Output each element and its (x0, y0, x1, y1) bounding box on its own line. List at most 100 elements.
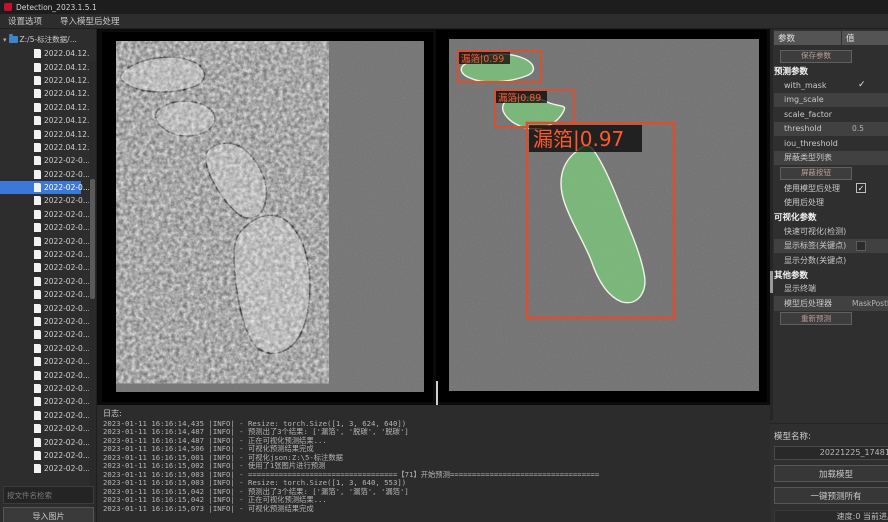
param-row[interactable]: 使用模型后处理✓ (774, 181, 888, 196)
tree-item[interactable]: 2022-02-0... (0, 382, 89, 395)
log-output[interactable]: 2023-01-11 16:16:14,435 |INFO| - Resize:… (103, 420, 767, 520)
detection-label-3: 漏箔|0.97 (533, 127, 624, 151)
original-image-panel[interactable] (102, 32, 433, 402)
file-icon (34, 103, 41, 112)
tree-item[interactable]: 2022.04.12... (0, 87, 89, 100)
file-icon (34, 357, 41, 366)
tree-item[interactable]: 2022-02-0... (0, 221, 89, 234)
param-row[interactable]: scale_factor (774, 107, 888, 122)
tree-item[interactable]: 2022-02-0... (0, 248, 89, 261)
tree-item[interactable]: 2022-02-0... (0, 168, 89, 181)
param-label: iou_threshold (784, 139, 852, 148)
file-icon (34, 170, 41, 179)
import-images-button[interactable]: 导入图片 (3, 507, 94, 522)
param-row[interactable]: 显示标签(关键点) (774, 239, 888, 254)
file-icon (34, 277, 41, 286)
tree-item[interactable]: 2022.04.12... (0, 74, 89, 87)
param-checkbox[interactable] (856, 241, 866, 251)
log-line: 2023-01-11 16:16:15,073 |INFO| - 可视化预测结果… (103, 505, 767, 513)
menu-settings[interactable]: 设置选项 (8, 15, 42, 27)
tree-item-label: 2022-02-0... (44, 371, 89, 380)
param-label: with_mask (784, 81, 852, 90)
tree-item-label: 2022-02-0... (44, 210, 89, 219)
model-section: 模型名称: 20221225_174813 加载模型 一键预测所有 速度:0 当… (770, 423, 888, 522)
tree-item[interactable]: 2022-02-0... (0, 261, 89, 274)
tree-item[interactable]: 2022-02-0... (0, 315, 89, 328)
search-input[interactable] (3, 486, 94, 504)
tree-item[interactable]: 2022-02-0... (0, 422, 89, 435)
file-icon (34, 63, 41, 72)
param-action-button[interactable]: 重新预测 (780, 312, 852, 325)
param-row[interactable]: iou_threshold (774, 136, 888, 151)
tree-scrollbar-thumb[interactable] (90, 179, 95, 299)
tree-item[interactable]: 2022-02-0... (0, 234, 89, 247)
file-tree-items: 2022.04.12...2022.04.12...2022.04.12...2… (0, 47, 89, 476)
tree-scrollbar[interactable] (89, 61, 96, 513)
file-icon (34, 76, 41, 85)
param-row[interactable]: 屏蔽类型列表 (774, 151, 888, 166)
title-bar: Detection_2023.1.5.1 (0, 0, 888, 14)
param-row[interactable]: 快速可视化(检测) (774, 224, 888, 239)
param-value[interactable]: MaskPostPro (852, 299, 888, 308)
tree-item[interactable]: 2022.04.12... (0, 114, 89, 127)
menu-import-postprocess[interactable]: 导入模型后处理 (60, 15, 120, 27)
tree-item[interactable]: 2022-02-0... (0, 328, 89, 341)
file-icon (34, 464, 41, 473)
panel-splitter-handle[interactable] (436, 381, 438, 405)
chevron-down-icon[interactable]: ▾ (3, 36, 7, 44)
tree-item-label: 2022-02-0... (44, 250, 89, 259)
tree-item[interactable]: 2022-02-0... (0, 342, 89, 355)
tree-item[interactable]: 2022.04.12... (0, 101, 89, 114)
tree-item[interactable]: 2022-02-0... (0, 181, 81, 194)
prediction-image-panel[interactable]: 漏箔|0.99 漏箔|0.89 漏箔|0.97 (436, 30, 767, 402)
tree-item[interactable]: 2022-02-0... (0, 275, 89, 288)
params-scrollbar[interactable] (770, 29, 773, 420)
tree-item[interactable]: 2022.04.12... (0, 127, 89, 140)
params-scrollbar-thumb[interactable] (770, 271, 773, 293)
tree-item[interactable]: 2022.04.12... (0, 60, 89, 73)
params-header-value: 值 (842, 31, 888, 45)
param-checkbox[interactable]: ✓ (856, 183, 866, 193)
predict-all-button[interactable]: 一键预测所有 (774, 487, 888, 504)
param-row[interactable]: with_mask✓ (774, 78, 888, 93)
tree-item[interactable]: 2022-02-0... (0, 395, 89, 408)
param-row[interactable]: 显示分数(关键点) (774, 253, 888, 268)
param-row[interactable]: 显示终端 (774, 282, 888, 297)
load-model-button[interactable]: 加载模型 (774, 465, 888, 482)
tree-item[interactable]: 2022.04.12... (0, 47, 89, 60)
model-name-label: 模型名称: (774, 430, 888, 442)
detection-label-1: 漏箔|0.99 (461, 53, 504, 65)
param-action-button[interactable]: 屏蔽按钮 (780, 167, 852, 180)
tree-item[interactable]: 2022-02-0... (0, 288, 89, 301)
file-icon (34, 438, 41, 447)
tree-item[interactable]: 2022.04.12... (0, 141, 89, 154)
model-name-field[interactable]: 20221225_174813 (774, 446, 888, 460)
tree-item[interactable]: 2022-02-0... (0, 154, 89, 167)
app-logo-icon (4, 3, 12, 11)
tree-item[interactable]: 2022-02-0... (0, 462, 89, 475)
tree-item[interactable]: 2022-02-0... (0, 208, 89, 221)
tree-item-label: 2022-02-0... (44, 156, 89, 165)
params-header: 参数 值 (774, 31, 888, 45)
param-row[interactable]: img_scale (774, 93, 888, 108)
param-action-button[interactable]: 保存参数 (780, 50, 852, 63)
param-label: scale_factor (784, 110, 852, 119)
param-row[interactable]: threshold0.5 (774, 122, 888, 137)
file-icon (34, 344, 41, 353)
tree-item-label: 2022-02-0... (44, 237, 89, 246)
tree-item[interactable]: 2022-02-0... (0, 194, 89, 207)
tree-item-label: 2022.04.12... (44, 49, 89, 58)
param-row[interactable]: 模型后处理器MaskPostPro (774, 296, 888, 311)
tree-item[interactable]: 2022-02-0... (0, 368, 89, 381)
tree-root-folder[interactable]: ▾ Z:/5-标注数据/... (0, 32, 89, 47)
param-value[interactable]: 0.5 (852, 124, 864, 133)
tree-item[interactable]: 2022-02-0... (0, 409, 89, 422)
file-icon (34, 130, 41, 139)
log-title: 日志: (103, 408, 122, 419)
tree-item[interactable]: 2022-02-0... (0, 355, 89, 368)
tree-item[interactable]: 2022-02-0... (0, 435, 89, 448)
tree-item[interactable]: 2022-02-0... (0, 449, 89, 462)
tree-item-label: 2022-02-0... (44, 397, 89, 406)
tree-item[interactable]: 2022-02-0... (0, 301, 89, 314)
param-row[interactable]: 使用后处理 (774, 196, 888, 211)
